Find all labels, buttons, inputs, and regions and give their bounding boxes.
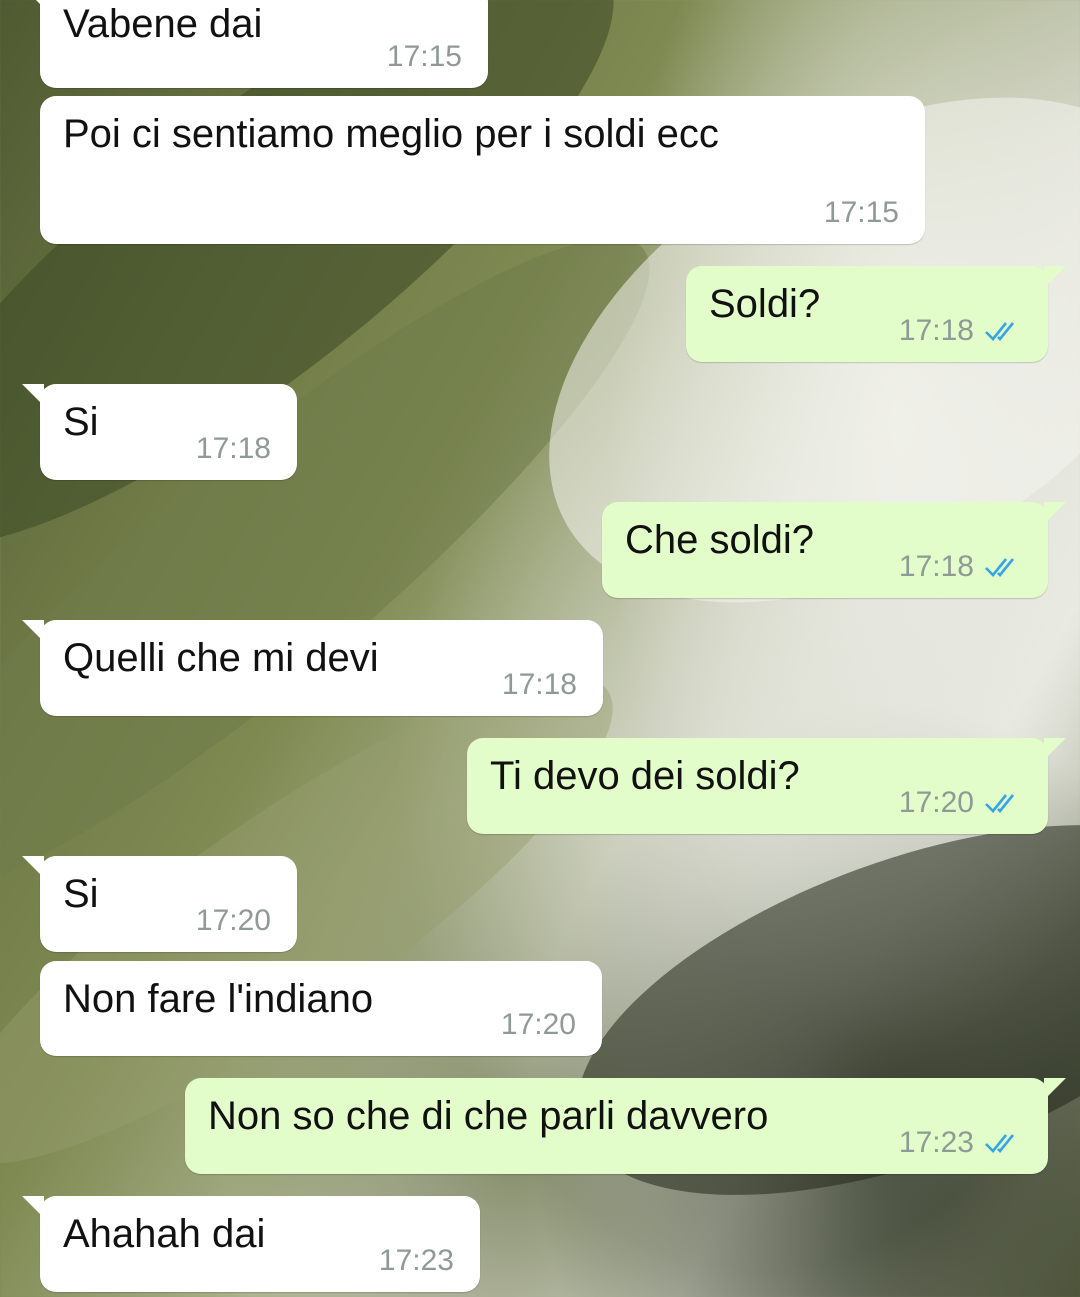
message-incoming[interactable]: Poi ci sentiamo meglio per i soldi ecc 1… <box>40 96 925 244</box>
message-incoming[interactable]: Vabene dai 17:15 <box>22 0 488 88</box>
message-incoming[interactable]: Non fare l'indiano 17:20 <box>40 961 602 1056</box>
message-meta: 17:18 <box>196 432 271 466</box>
message-meta: 17:20 <box>196 904 271 938</box>
message-meta: 17:15 <box>824 196 899 230</box>
message-outgoing[interactable]: Che soldi? 17:18 <box>602 502 1066 598</box>
message-incoming[interactable]: Ahahah dai 17:23 <box>22 1196 480 1292</box>
bubble-tail <box>22 620 44 642</box>
message-meta: 17:20 <box>501 1008 576 1042</box>
message-time: 17:20 <box>195 904 271 937</box>
message-time: 17:18 <box>195 432 271 465</box>
double-check-read-icon <box>985 794 1015 813</box>
bubble-tail <box>1044 266 1066 288</box>
message-time: 17:15 <box>823 196 899 229</box>
bubble-tail <box>22 1196 44 1218</box>
message-meta: 17:18 <box>899 550 1024 584</box>
message-outgoing[interactable]: Ti devo dei soldi? 17:20 <box>467 738 1066 834</box>
message-time: 17:18 <box>898 314 974 347</box>
message-time: 17:18 <box>501 668 577 701</box>
message-meta: 17:18 <box>502 668 577 702</box>
bubble-tail <box>1044 502 1066 524</box>
message-time: 17:23 <box>898 1126 974 1159</box>
bubble-tail <box>1044 1078 1066 1100</box>
bubble-tail <box>22 384 44 406</box>
message-meta: 17:18 <box>899 314 1024 348</box>
message-incoming[interactable]: Si 17:20 <box>22 856 297 952</box>
message-time: 17:20 <box>500 1008 576 1041</box>
message-time: 17:20 <box>898 786 974 819</box>
message-time: 17:15 <box>386 40 462 73</box>
bubble-tail <box>22 856 44 878</box>
message-meta: 17:20 <box>899 786 1024 820</box>
message-meta: 17:23 <box>379 1244 454 1278</box>
message-outgoing[interactable]: Non so che di che parli davvero 17:23 <box>185 1078 1066 1174</box>
message-meta: 17:23 <box>899 1126 1024 1160</box>
double-check-read-icon <box>985 558 1015 577</box>
message-incoming[interactable]: Quelli che mi devi 17:18 <box>22 620 603 716</box>
message-incoming[interactable]: Si 17:18 <box>22 384 297 480</box>
message-time: 17:23 <box>378 1244 454 1277</box>
double-check-read-icon <box>985 322 1015 341</box>
message-time: 17:18 <box>898 550 974 583</box>
message-text: Poi ci sentiamo meglio per i soldi ecc <box>63 112 719 156</box>
double-check-read-icon <box>985 1134 1015 1153</box>
bubble-tail <box>1044 738 1066 760</box>
bubble-tail <box>22 0 44 8</box>
chat-thread[interactable]: Vabene dai 17:15 Poi ci sentiamo meglio … <box>0 0 1080 1297</box>
message-outgoing[interactable]: Soldi? 17:18 <box>686 266 1066 362</box>
message-meta: 17:15 <box>387 40 462 74</box>
